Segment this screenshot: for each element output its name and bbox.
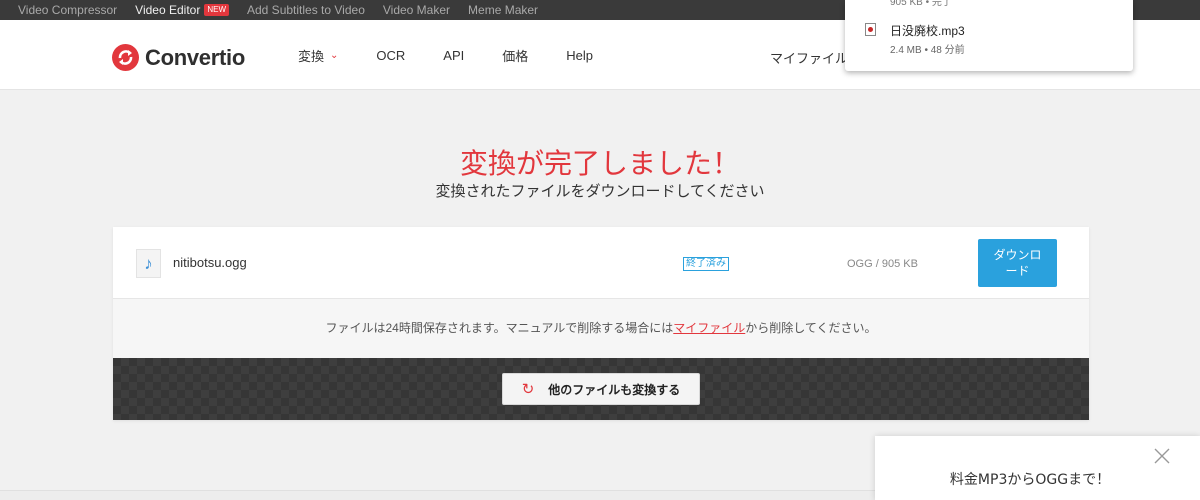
page-title: 変換が完了しました！	[459, 147, 740, 180]
notice-text-middle: 時間保存されます。マニュアルで削除する場合には	[398, 321, 674, 335]
notice-text-after: から削除してください。	[745, 321, 877, 335]
result-card: ♪ nitibotsu.ogg 終了済み OGG / 905 KB ダウンロ ー…	[113, 227, 1089, 420]
file-row: ♪ nitibotsu.ogg 終了済み OGG / 905 KB ダウンロ ー…	[113, 227, 1089, 299]
nav-convert-label: 変換	[298, 48, 325, 64]
audio-file-icon	[865, 23, 876, 36]
close-icon[interactable]	[1152, 446, 1172, 466]
nav-convert[interactable]: 変換 ⌄	[298, 46, 338, 65]
page-subtitle: 変換されたファイルをダウンロードしてください	[435, 182, 765, 200]
convert-more-strip: ↻ 他のファイルも変換する	[113, 358, 1089, 420]
download-button-label-line1: ダウンロ	[993, 248, 1042, 262]
logo-text: Convertio	[145, 44, 245, 70]
topbar-link-add-subtitles[interactable]: Add Subtitles to Video	[247, 3, 365, 17]
previous-download-meta: 905 KB • 完了	[890, 0, 952, 8]
notice-hours: 24	[385, 321, 399, 335]
nav-ocr[interactable]: OCR	[376, 48, 405, 63]
my-files-link[interactable]: マイファイル	[770, 48, 848, 67]
site-logo[interactable]: Convertio	[112, 44, 245, 71]
topbar-link-video-compressor[interactable]: Video Compressor	[18, 3, 117, 17]
retention-notice: ファイルは24時間保存されます。マニュアルで削除する場合にはマイファイルから削除…	[113, 319, 1089, 336]
promo-popup: 料金MP3からOGGまで！	[875, 436, 1200, 500]
download-item-name[interactable]: 日没廃校.mp3	[890, 22, 965, 39]
chevron-down-icon: ⌄	[330, 49, 339, 61]
main-nav: 変換 ⌄ OCR API 価格 Help	[298, 20, 631, 90]
status-badge: 終了済み	[683, 257, 729, 271]
new-badge: NEW	[204, 4, 229, 16]
nav-pricing[interactable]: 価格	[502, 46, 528, 65]
notice-my-files-link[interactable]: マイファイル	[673, 321, 745, 335]
topbar-link-video-editor[interactable]: Video Editor NEW	[135, 3, 229, 17]
topbar-link-meme-maker[interactable]: Meme Maker	[468, 3, 538, 17]
convert-more-button[interactable]: ↻ 他のファイルも変換する	[502, 373, 700, 405]
file-name: nitibotsu.ogg	[173, 255, 247, 270]
convert-more-label: 他のファイルも変換する	[548, 382, 681, 397]
nav-help[interactable]: Help	[566, 48, 593, 63]
download-button-label-line2: ード	[1005, 264, 1030, 278]
notice-text-before: ファイルは	[325, 321, 386, 335]
topbar-link-video-editor-label: Video Editor	[135, 3, 201, 17]
promo-text: 料金MP3からOGGまで！	[949, 472, 1111, 488]
download-item-meta: 2.4 MB • 48 分前	[890, 45, 965, 56]
download-button[interactable]: ダウンロ ード	[978, 239, 1057, 287]
music-note-icon: ♪	[136, 249, 161, 278]
browser-downloads-popup: 905 KB • 完了 日没廃校.mp3 2.4 MB • 48 分前	[845, 0, 1133, 71]
convertio-logo-icon	[112, 44, 139, 71]
file-format-size: OGG / 905 KB	[847, 258, 918, 270]
refresh-icon: ↻	[521, 381, 535, 398]
topbar-link-video-maker[interactable]: Video Maker	[383, 3, 450, 17]
nav-api[interactable]: API	[443, 48, 464, 63]
